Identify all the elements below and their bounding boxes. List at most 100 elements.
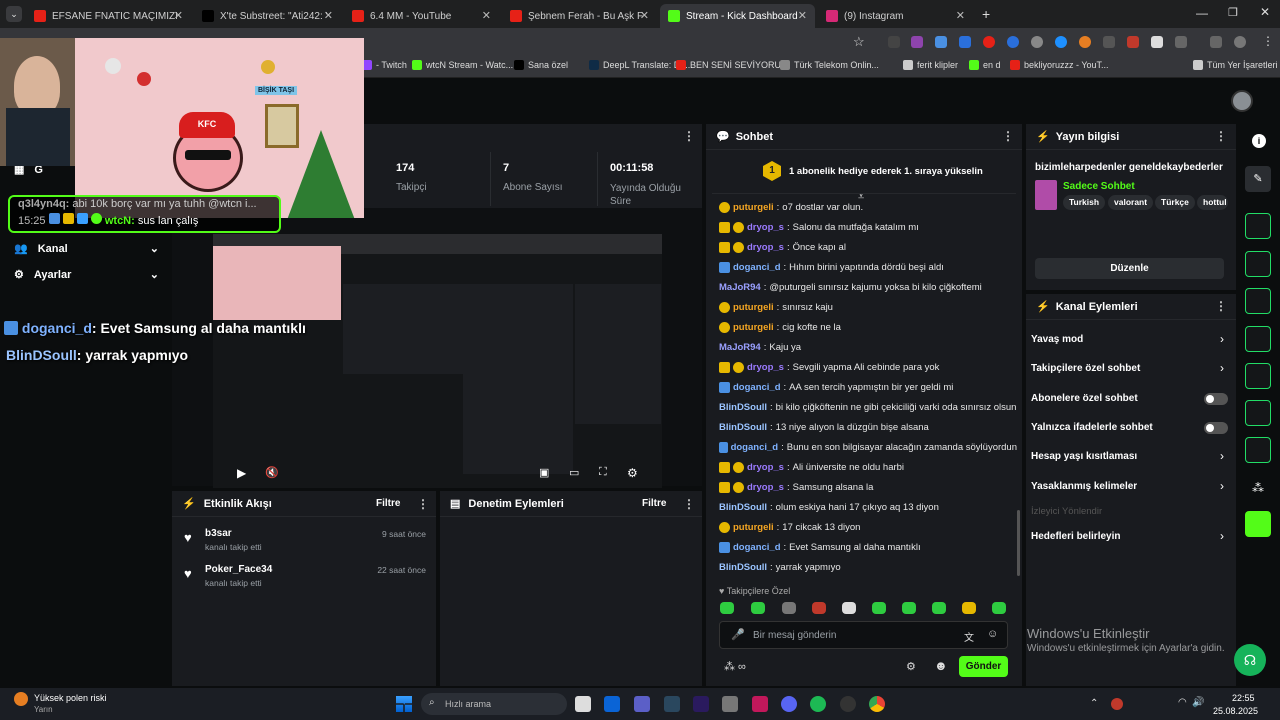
chat-settings-icon[interactable]: ⚙	[906, 660, 916, 673]
wifi-icon[interactable]: ◠	[1178, 697, 1187, 708]
chat-menu-icon[interactable]: ⋮	[1002, 129, 1014, 143]
stream-panel-menu-icon[interactable]: ⋮	[683, 129, 695, 143]
chevron-right-icon[interactable]: ›	[1220, 479, 1224, 493]
chat-icon[interactable]	[1245, 326, 1271, 352]
chat-username[interactable]: puturgeli	[733, 322, 774, 333]
emote-icon[interactable]	[782, 602, 796, 614]
task-view-icon[interactable]	[575, 696, 591, 712]
target-icon[interactable]	[1245, 213, 1271, 239]
close-tab-icon[interactable]: ✕	[956, 9, 965, 22]
obs-icon[interactable]	[840, 696, 856, 712]
emote-icon[interactable]	[992, 602, 1006, 614]
event-user[interactable]: Poker_Face34	[205, 564, 272, 575]
bookmark-item[interactable]: wtcN Stream - Watc...	[412, 60, 513, 70]
cluster-icon[interactable]: ⁂	[1252, 481, 1264, 495]
bookmark-star-icon[interactable]: ☆	[853, 34, 865, 50]
chat-message[interactable]: dryop_s: Sevgili yapma Ali cebinde para y…	[719, 362, 1017, 373]
chat-username[interactable]: MaJoR94	[719, 282, 761, 293]
chat-message[interactable]: BlinDSoull: yarrak yapmıyo	[719, 562, 1017, 573]
chrome-icon[interactable]	[869, 696, 885, 712]
toggle-switch[interactable]	[1204, 393, 1228, 405]
stream-video-preview[interactable]: ▶ 🔇 ▣ ▭ ⛶ ⚙	[213, 234, 662, 488]
browser-tab[interactable]: (9) Instagram ✕	[818, 4, 973, 28]
emote-icon[interactable]	[962, 602, 976, 614]
stream-info-menu-icon[interactable]: ⋮	[1215, 129, 1227, 143]
browser-tab[interactable]: X'te Substreet: "Ati242: "Bak be✕	[194, 4, 341, 28]
browser-menu-icon[interactable]: ⋮	[1262, 34, 1274, 48]
lightning-icon[interactable]	[1245, 251, 1271, 277]
chat-message[interactable]: dryop_s: Ali üniversite ne oldu harbi	[719, 462, 1017, 473]
weather-title[interactable]: Yüksek polen riski	[34, 693, 107, 703]
play-icon[interactable]: ▶	[237, 466, 246, 480]
chat-message[interactable]: BlinDSoull: olum eskiya hani 17 çıkıyo aq…	[719, 502, 1017, 513]
chat-username[interactable]: dryop_s	[747, 362, 784, 373]
channel-action-item[interactable]: Yalnızca ifadelerle sohbet	[1031, 422, 1153, 433]
chat-username[interactable]: BlinDSoull	[719, 402, 767, 413]
chat-username[interactable]: doganci_d	[733, 542, 781, 553]
channel-action-item[interactable]: Yasaklanmış kelimeler	[1031, 481, 1137, 492]
taskbar-search-box[interactable]	[421, 693, 567, 715]
emote-picker-icon[interactable]: ☻	[934, 658, 948, 673]
profile-avatar-icon[interactable]	[1234, 36, 1246, 48]
outlook-icon[interactable]	[604, 696, 620, 712]
stream-tag[interactable]: hottul	[1197, 195, 1228, 210]
emote-icon[interactable]	[720, 602, 734, 614]
chat-message[interactable]: dryop_s: Salonu da mutfağa katalım mı	[719, 222, 1017, 233]
stream-tag[interactable]: valorant	[1108, 195, 1154, 210]
mute-icon[interactable]: 🔇	[265, 466, 279, 479]
bookmark-item[interactable]: ferit klipler	[903, 60, 958, 70]
chat-username[interactable]: dryop_s	[747, 222, 784, 233]
maximize-button[interactable]: ❐	[1228, 6, 1238, 19]
browser-tab[interactable]: Şebnem Ferah - Bu Aşk Fazla Sa✕	[502, 4, 657, 28]
sidebar-item-settings[interactable]: ⚙ Ayarlar ⌄	[14, 268, 159, 281]
bookmark-item[interactable]: Tüm Yer İşaretleri	[1193, 60, 1278, 70]
chat-username[interactable]: doganci_d	[733, 382, 781, 393]
chat-message[interactable]: puturgeli: sınırsız kaju	[719, 302, 1017, 313]
user-avatar[interactable]	[1231, 90, 1253, 112]
chat-message[interactable]: doganci_d: Bunu en son bilgisayar alacağı…	[719, 442, 1017, 453]
reading-list-icon[interactable]	[1210, 36, 1222, 48]
browser-tab[interactable]: EFSANE FNATIC MAÇIMIZIN TA✕	[26, 4, 191, 28]
info-icon[interactable]: i	[1252, 134, 1266, 148]
clipboard-icon[interactable]	[1245, 288, 1271, 314]
chevron-right-icon[interactable]: ›	[1220, 332, 1224, 346]
emote-icon[interactable]	[872, 602, 886, 614]
channel-action-item[interactable]: Hedefleri belirleyin	[1031, 531, 1120, 542]
spotify-icon[interactable]	[810, 696, 826, 712]
chat-username[interactable]: puturgeli	[733, 302, 774, 313]
extension-icon[interactable]	[1007, 36, 1019, 48]
premiere-icon[interactable]	[693, 696, 709, 712]
app-icon[interactable]	[752, 696, 768, 712]
chat-username[interactable]: MaJoR94	[719, 342, 761, 353]
event-user[interactable]: b3sar	[205, 528, 232, 539]
tab-search-button[interactable]: ⌄	[6, 6, 22, 22]
activity-menu-icon[interactable]: ⋮	[417, 497, 429, 511]
bookmark-item[interactable]: bekliyoruzzz - YouT...	[1010, 60, 1109, 70]
category-name[interactable]: Sadece Sohbet	[1063, 181, 1135, 192]
moderation-menu-icon[interactable]: ⋮	[683, 497, 695, 511]
green-app-icon[interactable]	[1245, 511, 1271, 537]
chat-username[interactable]: BlinDSoull	[719, 422, 767, 433]
chat-username[interactable]: puturgeli	[733, 522, 774, 533]
new-tab-button[interactable]: +	[982, 6, 990, 22]
teams-icon[interactable]	[634, 696, 650, 712]
close-tab-icon[interactable]: ✕	[640, 9, 649, 22]
stream-tag[interactable]: Türkçe	[1155, 195, 1195, 210]
toggle-switch[interactable]	[1204, 422, 1228, 434]
chat-scrollbar[interactable]	[1017, 510, 1020, 576]
emote-icon[interactable]	[812, 602, 826, 614]
chat-username[interactable]: dryop_s	[747, 462, 784, 473]
moderation-filter-button[interactable]: Filtre	[642, 498, 666, 509]
discord-icon[interactable]	[781, 696, 797, 712]
broadcast-icon[interactable]	[1245, 363, 1271, 389]
clock-time[interactable]: 22:55	[1232, 693, 1255, 703]
extension-icon[interactable]	[1055, 36, 1067, 48]
emote-icon[interactable]	[842, 602, 856, 614]
browser-tab[interactable]: Stream - Kick Dashboard ✕	[660, 4, 815, 28]
points-icon[interactable]: ⁂ ∞	[724, 660, 746, 673]
clock-date[interactable]: 25.08.2025	[1213, 706, 1258, 716]
activity-filter-button[interactable]: Filtre	[376, 498, 400, 509]
chat-message[interactable]: dryop_s: Samsung alsana la	[719, 482, 1017, 493]
chat-message[interactable]: MaJoR94: @puturgeli sınırsız kajumu yoksa…	[719, 282, 1017, 293]
translate-icon[interactable]: 文	[964, 629, 974, 644]
